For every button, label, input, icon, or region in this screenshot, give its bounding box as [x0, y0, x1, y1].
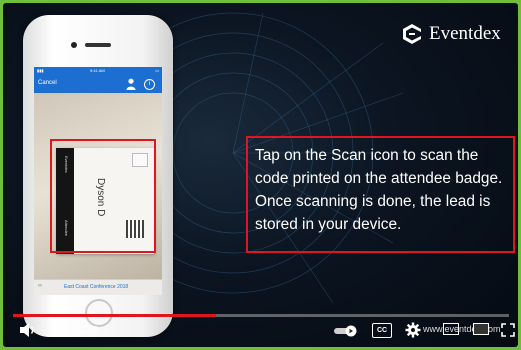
autoplay-toggle-icon[interactable]: [333, 325, 359, 337]
phone-mockup: ▮▮▮ 9:41 AM ▭ Cancel i Eventdex Attendee…: [23, 15, 173, 337]
scanner-camera-view: Eventdex Attendee Dyson D: [34, 93, 162, 279]
instruction-text: Tap on the Scan icon to scan the code pr…: [255, 147, 503, 233]
volume-icon[interactable]: [19, 322, 37, 338]
miniplayer-icon[interactable]: [443, 323, 459, 335]
app-bar: Cancel i: [34, 75, 162, 93]
theater-icon[interactable]: [473, 323, 489, 335]
status-bar: ▮▮▮ 9:41 AM ▭: [34, 67, 162, 75]
app-footer: ‹‹ East Coast Conference 2018: [34, 279, 162, 295]
fullscreen-icon[interactable]: [501, 323, 515, 337]
cancel-button[interactable]: Cancel: [38, 80, 57, 86]
info-icon[interactable]: i: [144, 79, 155, 90]
phone-speaker: [85, 43, 111, 47]
video-player[interactable]: ▮▮▮ 9:41 AM ▭ Cancel i Eventdex Attendee…: [3, 3, 518, 347]
event-name: East Coast Conference 2018: [64, 284, 129, 290]
eventdex-logo-icon: [403, 24, 421, 44]
brand-name: Eventdex: [429, 23, 501, 44]
player-controls: 1:09 / 2:48 CC www.eventdex.com: [3, 317, 518, 347]
signal-icon: ▮▮▮: [37, 68, 44, 73]
scan-highlight-frame: [50, 139, 156, 253]
person-icon[interactable]: [126, 78, 136, 90]
battery-icon: ▭: [155, 68, 159, 73]
phone-camera: [71, 42, 77, 48]
settings-gear-icon[interactable]: [405, 322, 421, 338]
status-time: 9:41 AM: [90, 68, 105, 73]
captions-icon[interactable]: CC: [372, 323, 392, 338]
phone-screen: ▮▮▮ 9:41 AM ▭ Cancel i Eventdex Attendee…: [34, 67, 162, 295]
instruction-callout: Tap on the Scan icon to scan the code pr…: [246, 136, 515, 253]
back-button[interactable]: ‹‹: [38, 283, 42, 289]
time-display: 1:09 / 2:48: [51, 325, 99, 336]
